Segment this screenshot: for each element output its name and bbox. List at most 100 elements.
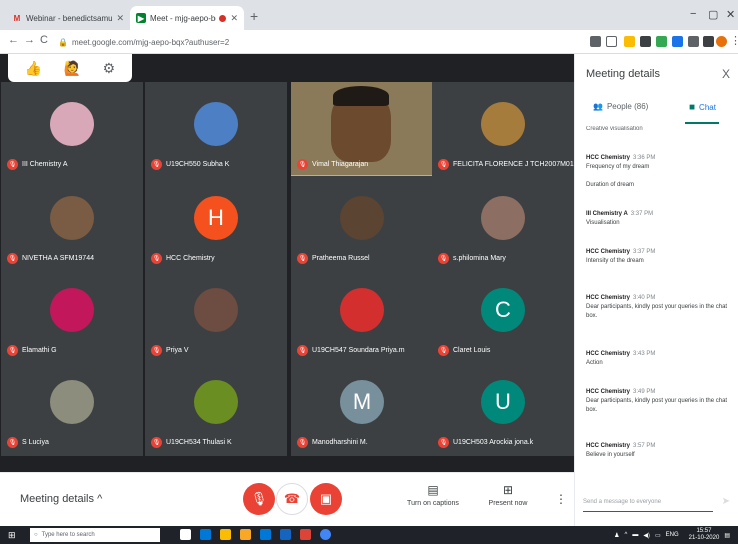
close-window-button[interactable]: ✕ — [726, 8, 735, 21]
store-icon[interactable] — [220, 529, 231, 540]
participant-tile[interactable]: C 🎙 Claret Louis — [432, 268, 574, 364]
minimize-button[interactable]: − — [690, 8, 696, 20]
app-icon[interactable] — [280, 529, 291, 540]
participant-tile[interactable]: 🎙 Elamathi G — [1, 268, 143, 364]
participant-tile[interactable]: U 🎙 U19CH503 Arockia jona.k — [432, 360, 574, 456]
chevron-up-icon[interactable]: ^ — [624, 532, 627, 538]
participant-tile[interactable]: 🎙 Vimal Thiagarajan — [291, 82, 433, 178]
notifications-icon[interactable]: ▤ — [724, 532, 730, 539]
new-tab-button[interactable]: + — [250, 8, 258, 24]
mic-off-icon: 🎙 — [297, 253, 308, 264]
participant-avatar — [481, 196, 525, 241]
participant-tile[interactable]: M 🎙 Manodharshini M. — [291, 360, 433, 456]
camera-toggle[interactable]: ▣ — [310, 483, 342, 515]
chat-message: HCC Chemistry 3:37 PM Intensity of the dre… — [586, 248, 734, 266]
participant-tile[interactable]: 🎙 NIVETHA A SFM19744 — [1, 176, 143, 272]
edge-icon[interactable] — [200, 529, 211, 540]
close-icon[interactable]: ✕ — [116, 13, 124, 24]
participant-tile[interactable]: 🎙 s.philomina Mary — [432, 176, 574, 272]
star-icon[interactable] — [606, 36, 617, 47]
back-icon[interactable]: ← — [8, 34, 19, 46]
settings-icon[interactable]: ⚙ — [103, 60, 116, 77]
participant-tile[interactable]: 🎙 U19CH534 Thulasi K — [145, 360, 287, 456]
call-controls: Meeting details ^ 🎙 ☎ ▣ ▤ Turn on captio… — [0, 472, 574, 526]
profile-avatar[interactable] — [716, 36, 727, 47]
participant-tile[interactable]: 🎙 Priya V — [145, 268, 287, 364]
raise-hand-icon[interactable]: 🙋 — [64, 60, 81, 77]
extension-icon[interactable] — [656, 36, 667, 47]
address-bar[interactable]: 🔒 meet.google.com/mjg-aepo-bqx?authuser=… — [58, 33, 578, 51]
present-label: Present now — [488, 500, 528, 507]
chat-text: Visualisation — [586, 220, 620, 226]
more-options-icon[interactable]: ⋮ — [555, 492, 567, 506]
camera-permission-icon[interactable] — [590, 36, 601, 47]
participant-avatar: M — [340, 380, 384, 425]
extension-icon[interactable] — [640, 36, 651, 47]
language-indicator[interactable]: ENG — [666, 532, 679, 538]
meeting-grid: 👍 🙋 ⚙ 🎙 III Chemistry A 🎙 U19CH550 Subha K 🎙… — [0, 54, 574, 526]
tab-meet[interactable]: ▶ Meet - mjg-aepo-bqx ✕ — [130, 6, 244, 30]
chat-timestamp: 3:43 PM — [633, 351, 656, 357]
clock[interactable]: 15:57 21-10-2020 — [684, 528, 720, 542]
send-icon[interactable]: ➤ — [722, 496, 730, 507]
close-icon[interactable]: ✕ — [230, 13, 238, 24]
participant-name: NIVETHA A SFM19744 — [22, 255, 94, 262]
mail-icon[interactable] — [260, 529, 271, 540]
active-tab-indicator — [685, 122, 719, 124]
windows-start-icon[interactable]: ⊞ — [8, 530, 16, 541]
chat-input[interactable]: Send a message to everyone — [583, 499, 661, 505]
present-button[interactable]: ⊞ Present now — [478, 483, 538, 507]
participant-tile[interactable]: 🎙 U19CH550 Subha K — [145, 82, 287, 178]
forward-icon[interactable]: → — [24, 34, 35, 46]
participant-avatar — [340, 196, 384, 241]
participant-tile[interactable]: 🎙 U19CH547 Soundara Priya.m — [291, 268, 433, 364]
chat-timestamp: 3:37 PM — [633, 249, 656, 255]
battery-icon[interactable]: ▬ — [632, 532, 638, 538]
puzzle-icon[interactable] — [688, 36, 699, 47]
participant-name: Elamathi G — [22, 347, 57, 354]
participant-avatar: C — [481, 288, 525, 333]
microphone-toggle[interactable]: 🎙 — [243, 483, 275, 515]
thumbs-up-icon[interactable]: 👍 — [25, 60, 42, 77]
chat-text: Duration of dream — [586, 182, 635, 188]
lock-icon: 🔒 — [58, 37, 68, 47]
chat-timestamp: 3:40 PM — [633, 295, 656, 301]
participant-name: Pratheema Russel — [312, 255, 370, 262]
participant-tile[interactable]: 🎙 Pratheema Russel — [291, 176, 433, 272]
chat-sender: HCC Chemistry — [586, 155, 631, 161]
extension-icon[interactable] — [672, 36, 683, 47]
app-icon[interactable] — [300, 529, 311, 540]
meeting-details-button[interactable]: Meeting details ^ — [20, 493, 102, 505]
system-tray: ♟ ^ ▬ ◀) ▭ ENG 15:57 21-10-2020 ▤ — [609, 528, 730, 542]
tab-gmail-webinar[interactable]: M Webinar - benedictsamuel3000 ✕ — [6, 6, 130, 30]
file-explorer-icon[interactable] — [240, 529, 251, 540]
chat-icon: ■ — [689, 102, 696, 113]
chat-sender: HCC Chemistry — [586, 443, 631, 449]
tab-people[interactable]: 👥 People (86) — [593, 102, 648, 111]
extension-icon[interactable] — [703, 36, 714, 47]
meeting-details-label: Meeting details — [20, 493, 94, 505]
more-vert-icon[interactable]: ⋮ — [730, 34, 738, 47]
people-icon[interactable]: ♟ — [614, 532, 619, 539]
participant-tile[interactable]: 🎙 III Chemistry A — [1, 82, 143, 178]
participant-tile[interactable]: 🎙 S Luciya — [1, 360, 143, 456]
reload-icon[interactable]: C — [40, 34, 48, 46]
participant-tile[interactable]: H 🎙 HCC Chemistry — [145, 176, 287, 272]
maximize-button[interactable]: ▢ — [708, 8, 718, 21]
hang-up-button[interactable]: ☎ — [276, 483, 308, 515]
close-icon[interactable]: X — [722, 67, 730, 81]
participant-tile[interactable]: 🎙 FELICITA FLORENCE J TCH2007M01 — [432, 82, 574, 178]
volume-icon[interactable]: ◀) — [643, 532, 650, 539]
taskbar-search[interactable]: ○ Type here to search — [30, 528, 160, 542]
chat-message-header: HCC Chemistry 3:43 PM — [586, 350, 734, 359]
video-feed-hair — [333, 86, 389, 106]
tab-chat[interactable]: ■ Chat — [689, 102, 716, 113]
chat-text: Action — [586, 360, 603, 366]
extension-icon[interactable] — [624, 36, 635, 47]
chrome-icon[interactable] — [320, 529, 331, 540]
task-view-icon[interactable] — [180, 529, 191, 540]
network-icon[interactable]: ▭ — [655, 532, 661, 539]
captions-button[interactable]: ▤ Turn on captions — [403, 483, 463, 507]
people-tab-label: People (86) — [606, 102, 649, 111]
chat-sender: III Chemistry A — [586, 211, 628, 217]
